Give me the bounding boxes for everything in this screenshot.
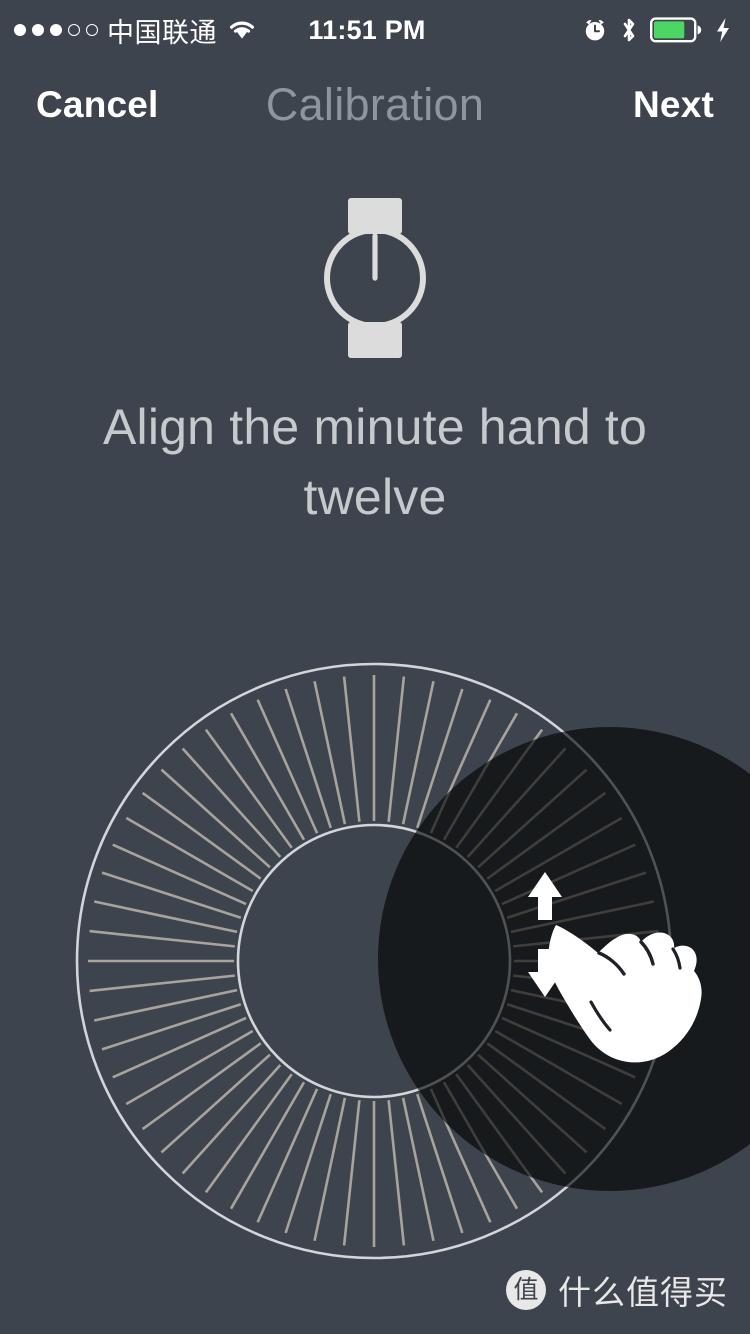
calibration-dial[interactable] <box>0 0 750 1334</box>
phone-screen: 中国联通 11:51 PM Cancel Calibration Next Al… <box>0 0 750 1334</box>
watermark-logo-icon: 值 <box>506 1270 546 1310</box>
watermark: 值 什么值得买 <box>506 1266 728 1314</box>
watermark-label: 什么值得买 <box>558 1273 728 1312</box>
